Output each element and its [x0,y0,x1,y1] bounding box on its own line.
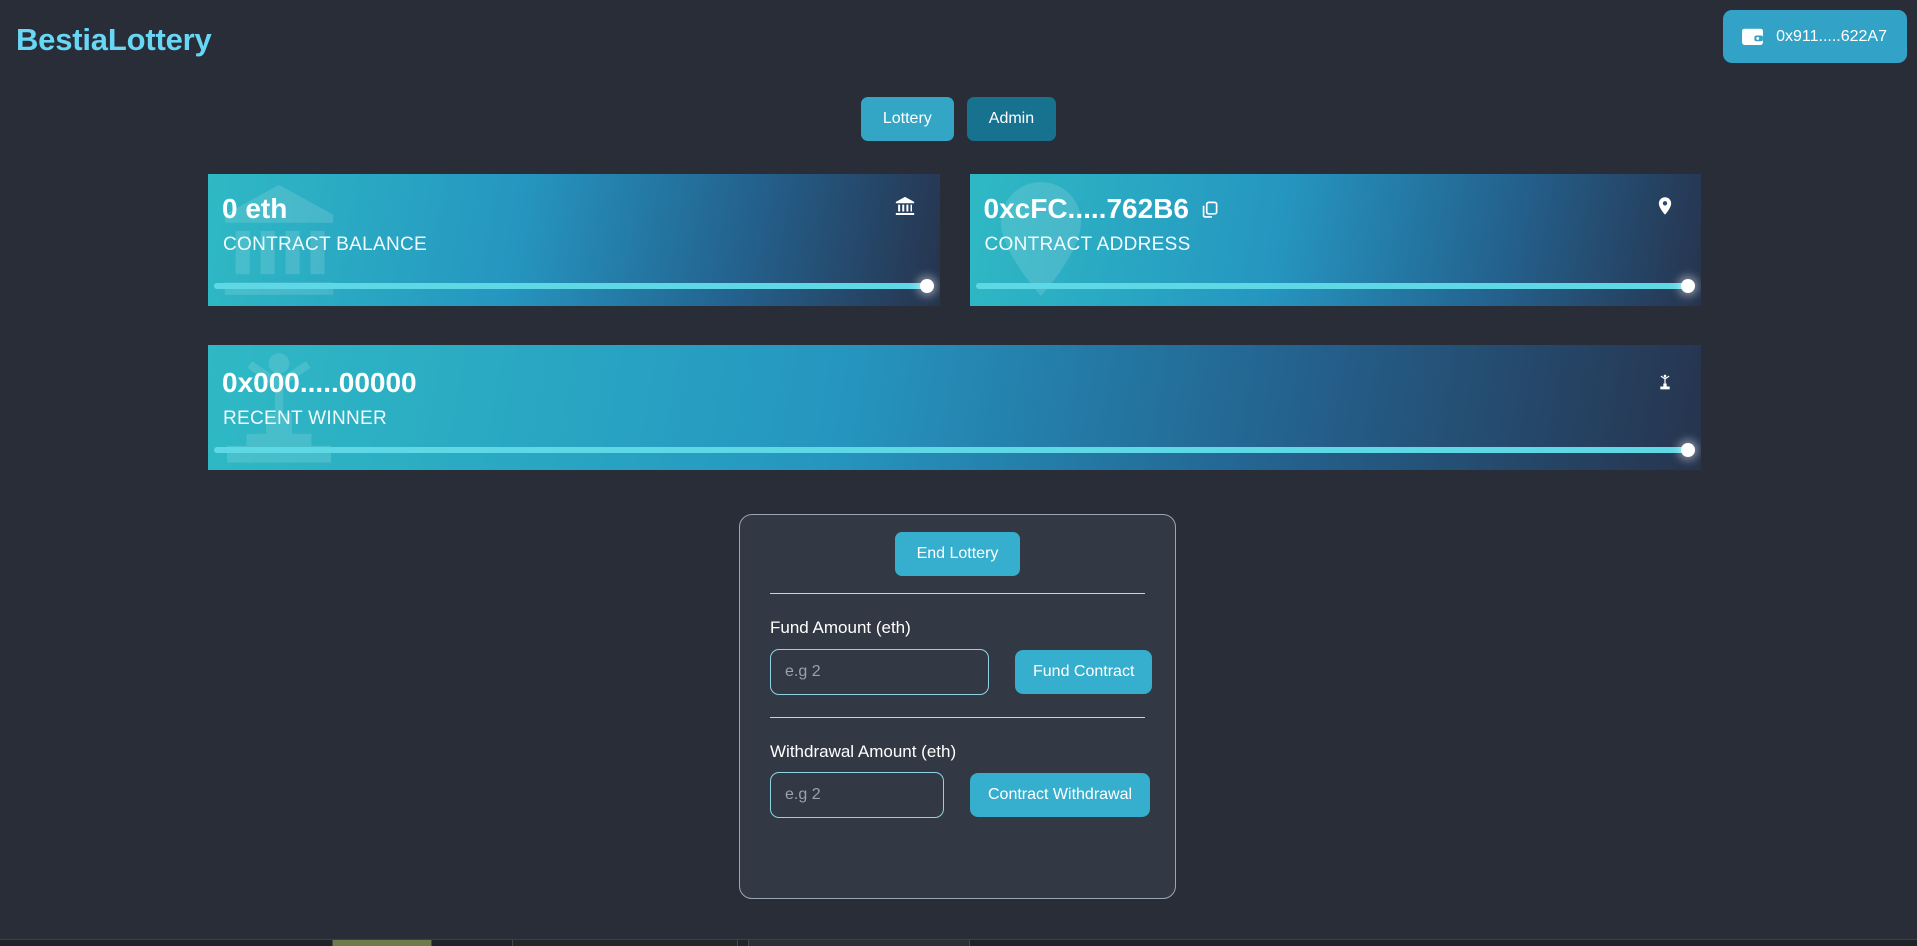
stat-card-recent-winner: 0x000.....00000 RECENT WINNER [208,345,1701,470]
contract-balance-label: CONTRACT BALANCE [223,234,427,255]
tab-lottery[interactable]: Lottery [860,97,954,141]
top-bar: BestiaLottery 0x911.....622A7 [0,0,1917,88]
stat-card-value: 0 eth [222,193,287,225]
end-lottery-row: End Lottery [770,532,1145,576]
fund-contract-button[interactable]: Fund Contract [1015,649,1153,694]
admin-panel: End Lottery Fund Amount (eth) Fund Contr… [739,514,1176,899]
taskbar-item[interactable] [512,940,738,946]
fund-amount-input[interactable] [770,648,989,695]
app-logo: BestiaLottery [16,22,212,57]
stat-card-value: 0x000.....00000 [222,367,417,399]
os-taskbar-sliver [0,939,1917,946]
contract-balance-value: 0 eth [222,193,288,224]
stat-cards-row-2: 0x000.....00000 RECENT WINNER [208,345,1701,470]
main-tabs: Lottery Admin [0,97,1917,141]
contract-address-label: CONTRACT ADDRESS [984,234,1191,255]
wallet-address-label: 0x911.....622A7 [1776,27,1887,45]
podium-winner-icon [1655,372,1677,396]
map-pin-icon [1655,194,1677,218]
stat-cards-row-1: 0 eth CONTRACT BALANCE 0xcFC.....762B6 C… [208,174,1701,306]
end-lottery-button[interactable]: End Lottery [894,532,1021,576]
fund-amount-row: Fund Contract [770,648,1153,695]
tab-admin[interactable]: Admin [966,97,1057,141]
copy-icon[interactable] [1200,200,1219,219]
slider-track [214,447,1690,453]
slider-thumb[interactable] [1681,279,1695,293]
taskbar-item[interactable] [748,940,970,946]
withdrawal-section: Withdrawal Amount (eth) Contract Withdra… [770,718,1151,819]
contract-withdrawal-button[interactable]: Contract Withdrawal [970,773,1151,818]
withdrawal-amount-row: Contract Withdrawal [770,772,1151,819]
recent-winner-label: RECENT WINNER [223,408,387,429]
taskbar-item[interactable] [332,940,432,946]
recent-winner-slider[interactable] [214,443,1695,457]
recent-winner-value: 0x000.....00000 [222,367,417,398]
contract-address-value: 0xcFC.....762B6 [983,193,1189,224]
stat-card-contract-balance: 0 eth CONTRACT BALANCE [208,174,940,306]
wallet-icon [1741,27,1764,46]
bank-icon [894,194,916,218]
slider-thumb[interactable] [919,279,934,293]
withdrawal-amount-input[interactable] [770,772,944,819]
slider-track [975,283,1690,289]
stat-card-value: 0xcFC.....762B6 [984,193,1219,225]
stat-card-contract-address: 0xcFC.....762B6 CONTRACT ADDRESS [969,174,1701,306]
wallet-address-button[interactable]: 0x911.....622A7 [1723,10,1907,63]
slider-thumb[interactable] [1681,443,1695,457]
contract-balance-slider[interactable] [214,279,934,293]
slider-track [214,283,929,289]
fund-section: Fund Amount (eth) Fund Contract [770,594,1153,695]
fund-amount-label: Fund Amount (eth) [770,618,911,637]
withdrawal-amount-label: Withdrawal Amount (eth) [770,741,957,761]
contract-address-slider[interactable] [975,279,1695,293]
